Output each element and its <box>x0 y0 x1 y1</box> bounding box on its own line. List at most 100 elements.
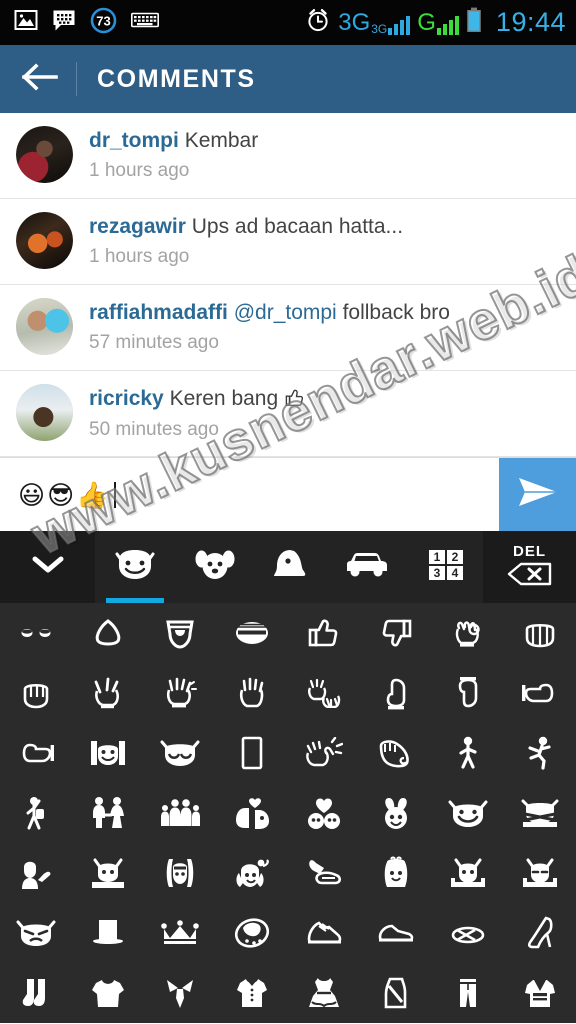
emoji-index-up[interactable] <box>360 663 432 723</box>
emoji-thumbs-down[interactable] <box>360 603 432 663</box>
emoji-raised-fist[interactable] <box>0 663 72 723</box>
emoji-waving-hand[interactable] <box>144 663 216 723</box>
emoji-mouth[interactable] <box>216 603 288 663</box>
status-bar: 73 3G 3G G 19:44 <box>0 0 576 45</box>
emoji-walking[interactable] <box>432 723 504 783</box>
emoji-open-palm[interactable] <box>216 663 288 723</box>
alarm-icon <box>305 7 331 38</box>
tab-animals[interactable] <box>175 531 253 603</box>
avatar[interactable] <box>16 126 73 183</box>
comment-row[interactable]: raffiahmadaffi @dr_tompi follback bro 57… <box>0 285 576 371</box>
emoji-tank-top[interactable] <box>360 963 432 1023</box>
emoji-person-backpack[interactable] <box>0 783 72 843</box>
tab-symbols[interactable]: 12 34 <box>409 531 483 603</box>
emoji-pouting-face[interactable] <box>0 903 72 963</box>
emoji-face-frame[interactable] <box>72 723 144 783</box>
emoji-ok-hand[interactable] <box>432 603 504 663</box>
emoji-mans-shoe[interactable] <box>360 903 432 963</box>
collapse-keyboard-button[interactable] <box>0 531 95 603</box>
emoji-couple[interactable] <box>72 783 144 843</box>
emoji-info-desk[interactable] <box>0 843 72 903</box>
emoji-running[interactable] <box>504 723 576 783</box>
comment-username[interactable]: raffiahmadaffi <box>89 301 228 324</box>
send-icon <box>516 473 560 516</box>
emoji-sandal[interactable] <box>432 903 504 963</box>
bell-icon <box>272 548 308 587</box>
send-button[interactable] <box>499 458 576 531</box>
emoji-bunny-ears[interactable] <box>360 783 432 843</box>
emoji-sneaker[interactable] <box>288 903 360 963</box>
emoji-blouse[interactable] <box>216 963 288 1023</box>
text-caret <box>113 481 116 508</box>
emoji-fist-bump[interactable] <box>504 603 576 663</box>
emoji-eyes[interactable] <box>0 603 72 663</box>
emoji-nail-polish[interactable] <box>288 843 360 903</box>
emoji-necktie[interactable] <box>144 963 216 1023</box>
tab-travel[interactable] <box>326 531 408 603</box>
network-g-indicator: G <box>417 10 459 35</box>
emoji-phone[interactable] <box>216 723 288 783</box>
emoji-family[interactable] <box>144 783 216 843</box>
badge-73-icon: 73 <box>90 7 117 39</box>
emoji-womans-hat[interactable] <box>216 903 288 963</box>
emoji-thumbs-up[interactable] <box>288 603 360 663</box>
emoji-index-left[interactable] <box>0 723 72 783</box>
emoji-nose[interactable] <box>72 603 144 663</box>
comment-row[interactable]: dr_tompi Kembar 1 hours ago <box>0 113 576 199</box>
comment-text: follback bro <box>342 301 450 324</box>
emoji-boots[interactable] <box>0 963 72 1023</box>
emoji-top-hat[interactable] <box>72 903 144 963</box>
comment-row[interactable]: rezagawir Ups ad bacaan hatta... 1 hours… <box>0 199 576 285</box>
emoji-kiss[interactable] <box>216 783 288 843</box>
emoji-haircut[interactable] <box>144 843 216 903</box>
emoji-girl-flower[interactable] <box>216 843 288 903</box>
header-divider <box>76 62 77 96</box>
network-3g-label: 3G <box>338 8 371 36</box>
emoji-index-right[interactable] <box>504 663 576 723</box>
emoji-clap[interactable] <box>288 723 360 783</box>
comment-input-row: 😃😎👍 <box>0 457 576 531</box>
tab-food[interactable] <box>254 531 326 603</box>
backspace-icon <box>507 562 553 591</box>
emoji-tshirt[interactable] <box>72 963 144 1023</box>
avatar[interactable] <box>16 212 73 269</box>
emoji-jeans[interactable] <box>432 963 504 1023</box>
emoji-keyboard-tabbar: 12 34 DEL <box>0 531 576 603</box>
svg-text:3: 3 <box>433 566 440 580</box>
emoji-sleeping-face[interactable] <box>504 783 576 843</box>
comment-row[interactable]: ricricky Keren bang 50 minutes ago <box>0 371 576 457</box>
emoji-victory-hand[interactable] <box>72 663 144 723</box>
emoji-tongue[interactable] <box>144 603 216 663</box>
network-3g-indicator: 3G 3G <box>338 8 411 36</box>
emoji-high-heel[interactable] <box>504 903 576 963</box>
emoji-crown[interactable] <box>144 903 216 963</box>
emoji-grin-face[interactable] <box>432 783 504 843</box>
emoji-sleepy-face[interactable] <box>144 723 216 783</box>
emoji-kimono[interactable] <box>504 963 576 1023</box>
emoji-bowing[interactable] <box>72 843 144 903</box>
emoji-face-bed-2[interactable] <box>504 843 576 903</box>
avatar[interactable] <box>16 298 73 355</box>
tab-smileys[interactable] <box>95 531 175 603</box>
emoji-dress[interactable] <box>288 963 360 1023</box>
dog-face-icon <box>194 548 236 587</box>
emoji-keyboard: 12 34 DEL <box>0 531 576 1023</box>
emoji-couple-heart[interactable] <box>288 783 360 843</box>
comment-username[interactable]: dr_tompi <box>89 129 179 152</box>
page-title: COMMENTS <box>97 64 256 93</box>
delete-key[interactable]: DEL <box>483 531 576 603</box>
comment-mention[interactable]: @dr_tompi <box>234 301 337 324</box>
comment-username[interactable]: rezagawir <box>89 215 186 238</box>
comment-input[interactable]: 😃😎👍 <box>0 458 499 531</box>
emoji-face-bed[interactable] <box>432 843 504 903</box>
emoji-bride[interactable] <box>360 843 432 903</box>
comment-username[interactable]: ricricky <box>89 387 164 410</box>
comments-list[interactable]: dr_tompi Kembar 1 hours ago rezagawir Up… <box>0 113 576 457</box>
emoji-index-down[interactable] <box>432 663 504 723</box>
emoji-muscle[interactable] <box>360 723 432 783</box>
back-button[interactable] <box>18 56 64 102</box>
emoji-grid[interactable] <box>0 603 576 1023</box>
emoji-open-hands[interactable] <box>288 663 360 723</box>
avatar[interactable] <box>16 384 73 441</box>
comment-text: Keren bang <box>169 387 279 410</box>
